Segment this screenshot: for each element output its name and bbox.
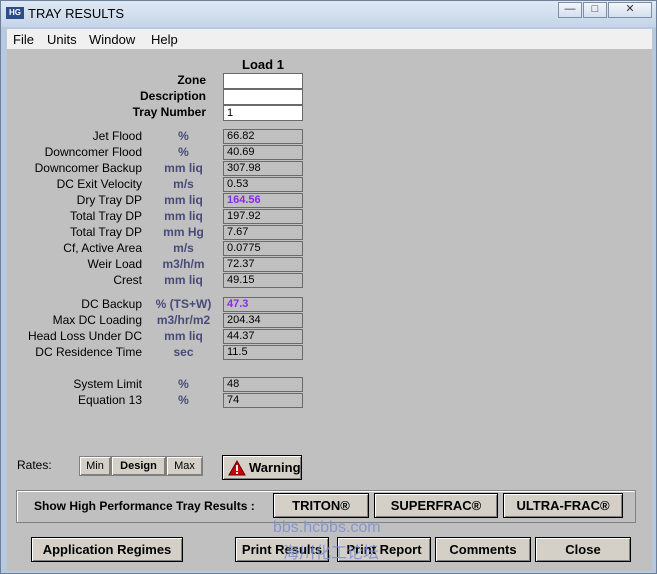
minimize-icon: — [564,3,576,15]
row-value: 204.34 [223,313,303,328]
row-value: 44.37 [223,329,303,344]
row-value: 66.82 [223,129,303,144]
menu-window[interactable]: Window [89,32,135,47]
row-unit: mm liq [164,209,203,223]
row-value: 49.15 [223,273,303,288]
comments-button[interactable]: Comments [435,537,531,562]
row-unit: mm liq [164,273,203,287]
rates-label: Rates: [17,458,52,472]
row-label: Cf, Active Area [63,241,142,255]
menu-bar: File Units Window Help [7,29,652,49]
tray-results-window: HG TRAY RESULTS — □ ✕ File Units Window … [0,0,657,574]
row-label: Dry Tray DP [76,193,142,207]
row-label: Max DC Loading [52,313,142,327]
row-unit: mm liq [164,161,203,175]
watermark-url: bbs.hcbbs.com [273,519,381,536]
menu-file[interactable]: File [13,32,34,47]
row-unit: % [178,377,189,391]
row-value: 74 [223,393,303,408]
row-unit: % [178,129,189,143]
superfrac-button[interactable]: SUPERFRAC® [374,493,498,518]
row-unit: % (TS+W) [155,297,212,311]
tray-number-input[interactable]: 1 [223,105,303,121]
rate-max-button[interactable]: Max [166,456,203,476]
rate-design-button[interactable]: Design [111,456,166,476]
row-value-highlighted: 47.3 [223,297,303,312]
row-unit: mm liq [164,193,203,207]
row-label: DC Residence Time [35,345,142,359]
row-unit: % [178,393,189,407]
row-label: DC Exit Velocity [56,177,142,191]
close-window-button[interactable]: ✕ [608,2,652,18]
row-unit: % [178,145,189,159]
rate-min-button[interactable]: Min [79,456,111,476]
minimize-button[interactable]: — [558,2,582,18]
column-header: Load 1 [242,57,284,72]
zone-input[interactable] [223,73,303,89]
row-unit: m3/hr/m2 [156,313,211,327]
tray-number-label: Tray Number [132,105,206,119]
row-value: 197.92 [223,209,303,224]
row-label: Total Tray DP [69,225,142,239]
row-value: 307.98 [223,161,303,176]
row-label: Equation 13 [77,393,142,407]
row-label: DC Backup [81,297,142,311]
row-value: 40.69 [223,145,303,160]
window-title: TRAY RESULTS [28,6,125,21]
application-regimes-button[interactable]: Application Regimes [31,537,183,562]
results-panel: Load 1 Zone Description Tray Number 1 Je… [7,49,652,571]
row-value: 11.5 [223,345,303,360]
row-unit: sec [173,345,194,359]
row-value: 48 [223,377,303,392]
row-label: Total Tray DP [69,209,142,223]
row-label: Crest [113,273,142,287]
row-value: 0.53 [223,177,303,192]
description-input[interactable] [223,89,303,105]
maximize-button[interactable]: □ [583,2,607,18]
close-button[interactable]: Close [535,537,631,562]
row-unit: m/s [173,241,194,255]
high-performance-label: Show High Performance Tray Results : [34,499,255,513]
row-label: Downcomer Flood [44,145,142,159]
row-value: 7.67 [223,225,303,240]
watermark-forum: 海川化工论坛 [283,545,380,562]
row-unit: mm Hg [163,225,204,239]
row-label: Jet Flood [92,129,142,143]
row-value-highlighted: 164.56 [223,193,303,208]
maximize-icon: □ [591,3,599,15]
row-label: System Limit [73,377,142,391]
row-label: Weir Load [87,257,142,271]
row-unit: m3/h/m [162,257,205,271]
zone-label: Zone [177,73,206,87]
title-bar[interactable]: HG TRAY RESULTS — □ ✕ [1,1,656,27]
row-value: 72.37 [223,257,303,272]
row-unit: m/s [173,177,194,191]
menu-units[interactable]: Units [47,32,77,47]
app-icon: HG [6,7,24,19]
close-icon: ✕ [625,3,635,15]
warning-button[interactable]: Warning [222,455,302,480]
menu-help[interactable]: Help [151,32,178,47]
warning-label: Warning [249,460,301,475]
row-value: 0.0775 [223,241,303,256]
ultra-frac-button[interactable]: ULTRA-FRAC® [503,493,623,518]
row-label: Head Loss Under DC [27,329,142,343]
row-unit: mm liq [164,329,203,343]
row-label: Downcomer Backup [34,161,142,175]
triton-button[interactable]: TRITON® [273,493,369,518]
warning-icon [228,460,246,476]
description-label: Description [139,89,206,103]
